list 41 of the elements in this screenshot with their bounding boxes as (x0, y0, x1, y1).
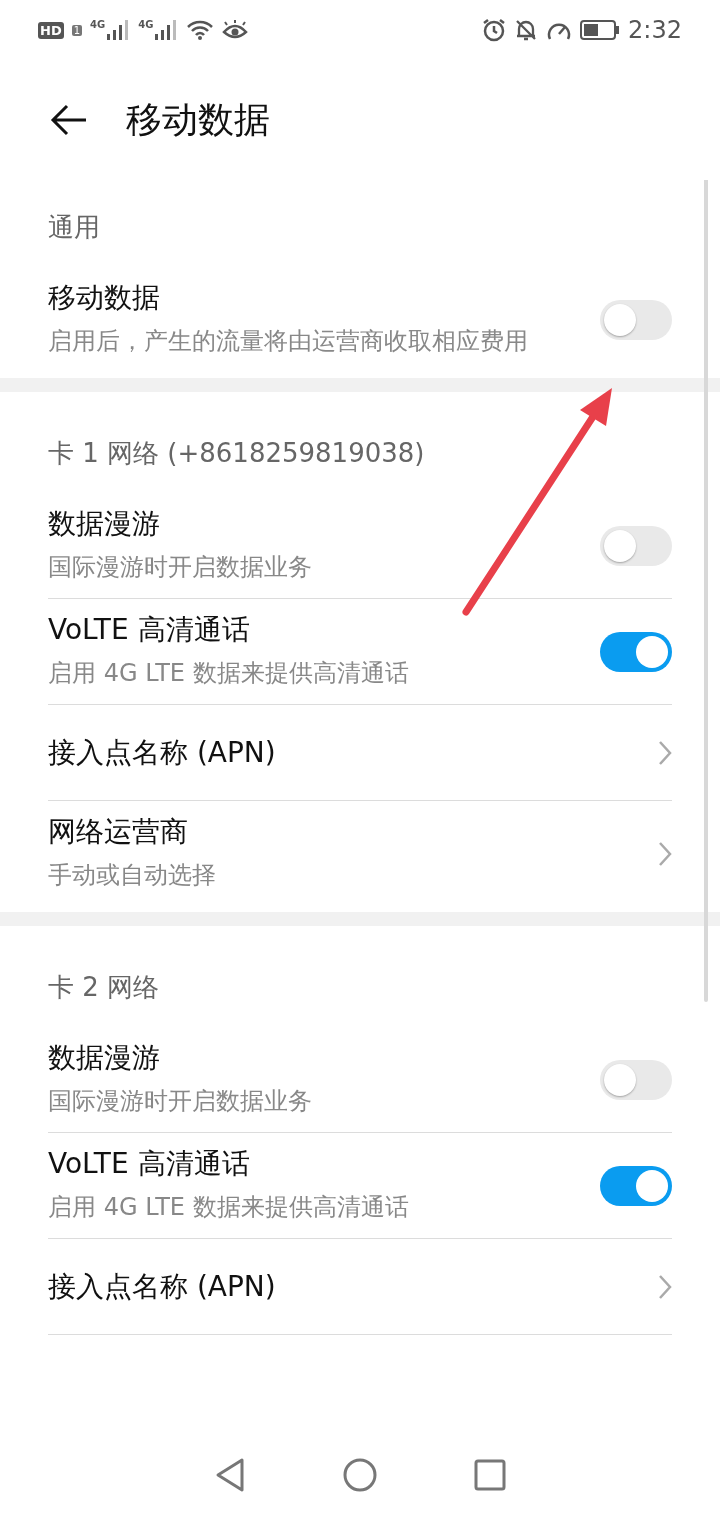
section-header: 卡 1 网络 (+8618259819038) (47, 437, 426, 470)
alarm-icon (482, 18, 507, 42)
signal-icon (154, 19, 179, 41)
page-title: 移动数据 (126, 97, 270, 142)
setting-title[interactable]: 网络运营商 (48, 813, 634, 851)
toggle-switch[interactable] (600, 299, 672, 340)
eye-icon (222, 20, 249, 40)
hd-badge: HD (38, 21, 64, 39)
wifi-icon (186, 19, 215, 41)
back-icon[interactable] (214, 1457, 246, 1493)
setting-title[interactable]: VoLTE 高清通话 (48, 611, 576, 649)
setting-description: 启用 4G LTE 数据来提供高清通话 (48, 1192, 410, 1223)
toggle-switch[interactable] (600, 631, 672, 672)
section-header: 卡 2 网络 (47, 971, 161, 1004)
back-arrow-icon[interactable] (50, 104, 88, 136)
signal-icon (106, 19, 131, 41)
chevron-icon (658, 840, 672, 867)
setting-description: 启用后，产生的流量将由运营商收取相应费用 (48, 326, 529, 357)
setting-description: 国际漫游时开启数据业务 (48, 1086, 313, 1117)
network-type: 4G (138, 19, 154, 30)
setting-title[interactable]: 移动数据 (48, 279, 576, 317)
chevron-icon (658, 739, 672, 766)
setting-description: 国际漫游时开启数据业务 (48, 552, 313, 583)
setting-title[interactable]: 数据漫游 (48, 1039, 576, 1077)
sim-badge: 1 (71, 24, 83, 36)
network-type: 4G (90, 19, 106, 30)
setting-title[interactable]: 接入点名称 (APN) (48, 733, 634, 772)
recents-icon[interactable] (474, 1459, 506, 1491)
setting-description: 启用 4G LTE 数据来提供高清通话 (48, 658, 410, 689)
chevron-icon (658, 1273, 672, 1300)
setting-title[interactable]: VoLTE 高清通话 (48, 1145, 576, 1183)
toggle-switch[interactable] (600, 1165, 672, 1206)
setting-title[interactable]: 接入点名称 (APN) (48, 1267, 634, 1306)
toggle-switch[interactable] (600, 1059, 672, 1100)
setting-title[interactable]: 数据漫游 (48, 505, 576, 543)
clock-time: 2:32 (628, 16, 682, 44)
battery-icon (580, 19, 621, 41)
toggle-switch[interactable] (600, 525, 672, 566)
section-header: 通用 (47, 211, 101, 244)
home-icon[interactable] (342, 1457, 378, 1493)
setting-description: 手动或自动选择 (48, 860, 217, 891)
